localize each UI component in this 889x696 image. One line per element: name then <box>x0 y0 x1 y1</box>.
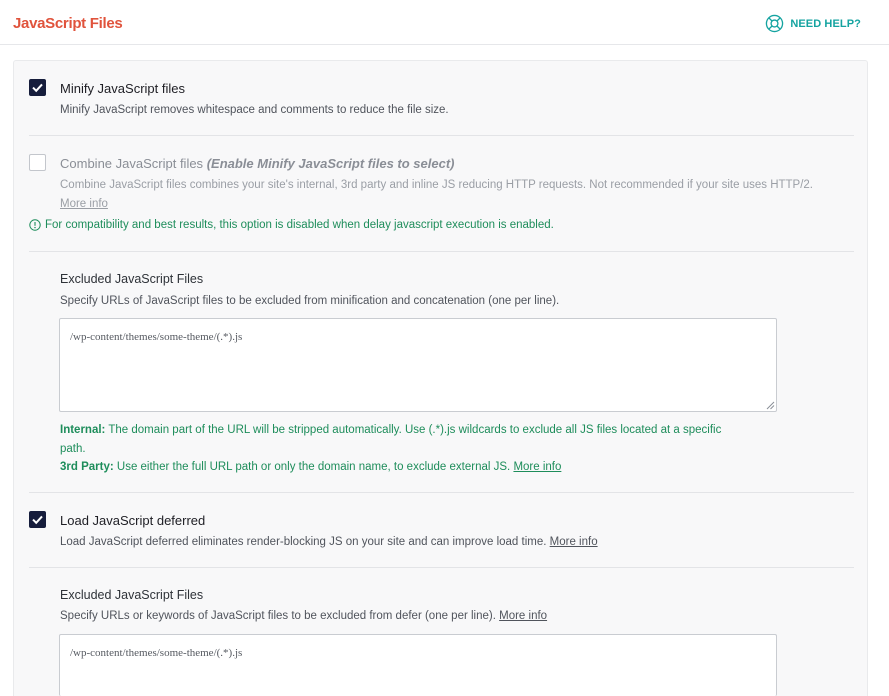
excluded-defer-value: /wp-content/themes/some-theme/(.*).js <box>70 647 243 659</box>
page-title: JavaScript Files <box>13 15 123 32</box>
defer-js-checkbox[interactable] <box>29 511 46 528</box>
help-3rd-label: 3rd Party: <box>60 461 114 473</box>
divider <box>29 135 854 136</box>
excluded-defer-more-info-link[interactable]: More info <box>499 610 547 622</box>
help-internal-label: Internal: <box>60 424 106 436</box>
combine-js-more-info-row: More info <box>60 198 108 210</box>
divider <box>29 492 854 493</box>
need-help-label: NEED HELP? <box>790 17 861 30</box>
help-internal-text: The domain part of the URL will be strip… <box>108 424 722 436</box>
excluded-minify-help-internal: Internal: The domain part of the URL wil… <box>60 424 721 436</box>
combine-js-checkbox[interactable] <box>29 154 46 171</box>
help-3rd-text: Use either the full URL path or only the… <box>116 461 511 473</box>
excluded-minify-help-3rd: 3rd Party: Use either the full URL path … <box>60 461 561 473</box>
combine-js-more-info-link[interactable]: More info <box>60 198 108 210</box>
excluded-defer-description: Specify URLs or keywords of JavaScript f… <box>60 610 496 622</box>
defer-js-label[interactable]: Load JavaScript deferred <box>60 513 205 528</box>
need-help-button[interactable]: NEED HELP? <box>765 14 861 33</box>
combine-js-label-text: Combine JavaScript files <box>60 156 204 171</box>
defer-js-description: Load JavaScript deferred eliminates rend… <box>60 536 547 548</box>
checkmark-icon <box>32 83 43 93</box>
divider <box>29 567 854 568</box>
excluded-minify-title: Excluded JavaScript Files <box>60 272 204 286</box>
combine-js-notice-text: For compatibility and best results, this… <box>45 219 554 231</box>
minify-js-checkbox[interactable] <box>29 79 46 96</box>
excluded-defer-description-row: Specify URLs or keywords of JavaScript f… <box>60 610 547 622</box>
combine-js-description: Combine JavaScript files combines your s… <box>60 179 814 191</box>
combine-js-note: (Enable Minify JavaScript files to selec… <box>206 156 455 171</box>
combine-js-notice: For compatibility and best results, this… <box>29 219 554 231</box>
checkmark-icon <box>32 515 43 525</box>
excluded-minify-description: Specify URLs of JavaScript files to be e… <box>60 295 560 307</box>
excluded-defer-title: Excluded JavaScript Files <box>60 588 204 602</box>
defer-js-more-info-link[interactable]: More info <box>550 536 598 548</box>
excluded-minify-textarea[interactable]: /wp-content/themes/some-theme/(.*).js <box>59 318 777 412</box>
section-header: JavaScript Files NEED HELP? <box>0 0 889 45</box>
info-circle-icon <box>29 219 41 231</box>
divider <box>29 251 854 252</box>
resize-grip-icon[interactable] <box>766 401 775 410</box>
excluded-minify-value: /wp-content/themes/some-theme/(.*).js <box>70 331 243 343</box>
defer-js-description-row: Load JavaScript deferred eliminates rend… <box>60 536 598 548</box>
excluded-minify-help-internal-cont: path. <box>60 443 86 455</box>
lifebuoy-icon <box>766 14 784 33</box>
excluded-defer-textarea[interactable]: /wp-content/themes/some-theme/(.*).js <box>59 634 777 696</box>
minify-js-label[interactable]: Minify JavaScript files <box>60 81 185 96</box>
minify-js-description: Minify JavaScript removes whitespace and… <box>60 104 449 116</box>
combine-js-label[interactable]: Combine JavaScript files (Enable Minify … <box>60 156 455 171</box>
help-3rd-more-info-link[interactable]: More info <box>513 461 561 473</box>
